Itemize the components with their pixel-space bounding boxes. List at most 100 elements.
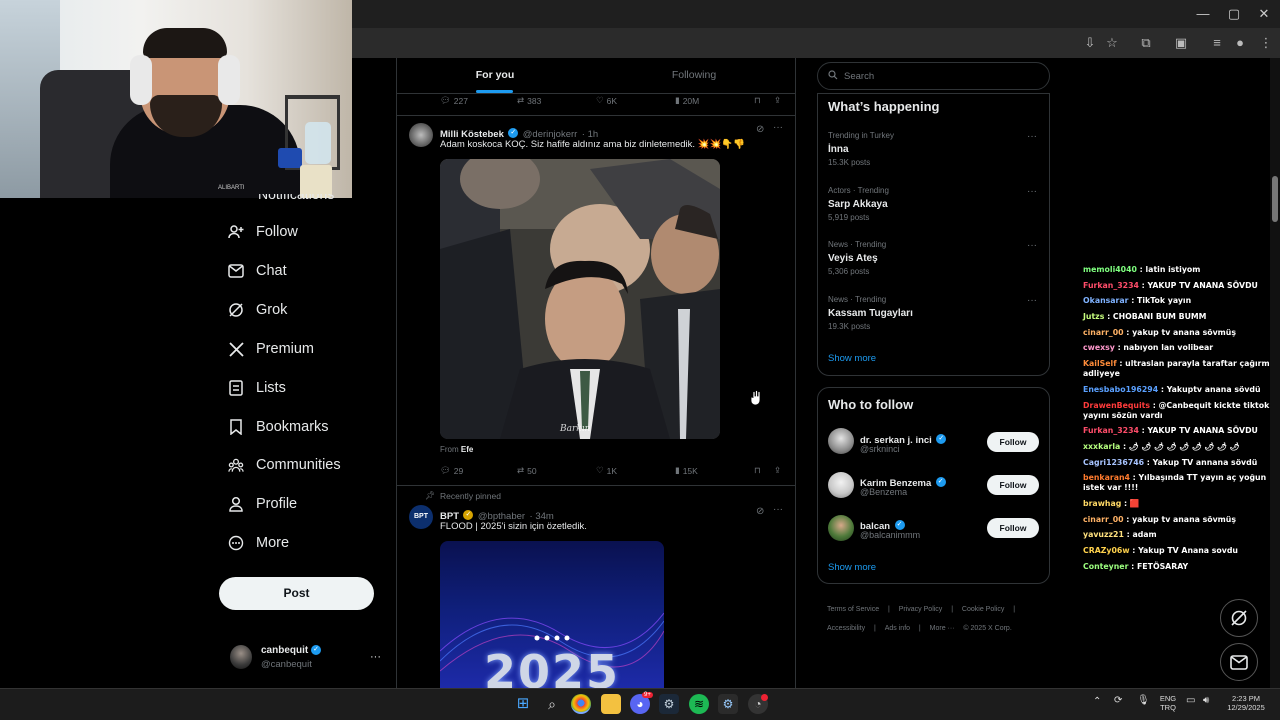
trend-name: Kassam Tugayları xyxy=(828,308,913,319)
tweet2-text: FLOOD | 2025'i sizin için özetledik. xyxy=(440,521,587,532)
file-explorer-icon[interactable] xyxy=(601,694,621,714)
prev-reply-button[interactable]: 💬︎ 227 xyxy=(440,95,468,106)
grok-icon[interactable]: ⊘ xyxy=(756,506,764,517)
nav-lists[interactable]: Lists xyxy=(228,372,286,404)
prev-bookmark-icon[interactable]: ⊓ xyxy=(754,95,761,106)
tweet1-video[interactable]: Barkın xyxy=(440,159,720,439)
trend-item[interactable]: Trending in Turkey İnna 15.3K posts ··· xyxy=(828,131,1043,171)
messages-floating-button[interactable] xyxy=(1220,643,1258,681)
browser-menu-icon[interactable]: ⋮ xyxy=(1256,33,1276,53)
footer-link-privacy[interactable]: Privacy Policy xyxy=(899,606,943,613)
network-icon[interactable]: ▭ xyxy=(1186,696,1195,706)
shirt-text: ALIBARTI xyxy=(218,185,245,191)
taskbar-search-icon[interactable]: ⌕ xyxy=(542,694,562,714)
tray-sync-icon[interactable]: ⟳ xyxy=(1114,696,1122,706)
trend-item[interactable]: Actors · Trending Sarp Akkaya 5,919 post… xyxy=(828,186,1043,226)
media-controls-icon[interactable]: ≡ xyxy=(1207,33,1227,53)
footer-link-accessibility[interactable]: Accessibility xyxy=(827,625,865,632)
split-view-icon[interactable]: ▣ xyxy=(1171,33,1191,53)
prev-views-button[interactable]: ▮ 20M xyxy=(675,95,699,106)
follow-button[interactable]: Follow xyxy=(987,475,1039,495)
tweet1-bookmark-icon[interactable]: ⊓ xyxy=(754,465,761,476)
from-label: From xyxy=(440,445,459,454)
chrome-icon[interactable] xyxy=(571,694,591,714)
spotify-icon[interactable]: ≋ xyxy=(689,694,709,714)
trend-more-icon[interactable]: ··· xyxy=(1027,240,1037,251)
footer-link-more[interactable]: More ··· xyxy=(930,625,955,632)
nav-communities[interactable]: Communities xyxy=(228,449,341,481)
volume-icon[interactable]: 🔊︎ xyxy=(1203,696,1209,706)
prev-like-button[interactable]: ♡ 6K xyxy=(596,95,617,106)
profile-avatar-icon[interactable]: ● xyxy=(1230,33,1250,53)
minimize-icon[interactable]: — xyxy=(1193,4,1213,24)
tweet1-repost-button[interactable]: ⇄ 50 xyxy=(517,465,537,476)
nav-bookmarks[interactable]: Bookmarks xyxy=(228,411,329,443)
wtf-handle: @balcanimmm xyxy=(860,530,921,540)
nav-follow[interactable]: Follow xyxy=(228,216,298,248)
chat-text: : Yakup TV annana sövdü xyxy=(1146,457,1258,467)
language-indicator[interactable]: ENG TRQ xyxy=(1158,694,1178,712)
mouse-cursor-icon xyxy=(750,390,762,411)
trend-posts: 5,919 posts xyxy=(828,213,870,222)
nav-notifications-partial[interactable]: Notifications xyxy=(258,194,334,200)
tweet1-share-icon[interactable]: ⇪ xyxy=(774,465,781,476)
post-button[interactable]: Post xyxy=(219,577,374,610)
account-avatar xyxy=(230,645,252,669)
tweet1-like-button[interactable]: ♡ 1K xyxy=(596,465,617,476)
wtf-avatar[interactable] xyxy=(828,472,854,498)
install-app-icon[interactable]: ⇩ xyxy=(1080,33,1100,53)
profile-icon xyxy=(228,496,244,512)
microphone-icon[interactable]: 🎙︎ xyxy=(1137,696,1150,706)
extensions-icon[interactable]: ⧉ xyxy=(1136,33,1156,53)
prev-share-icon[interactable]: ⇪ xyxy=(774,95,781,106)
page-scrollbar[interactable] xyxy=(1270,58,1280,688)
trends-show-more-link[interactable]: Show more xyxy=(828,353,876,364)
nav-more[interactable]: More xyxy=(228,527,289,559)
footer-link-ads-info[interactable]: Ads info xyxy=(885,625,910,632)
nav-profile[interactable]: Profile xyxy=(228,488,297,520)
grok-floating-button[interactable] xyxy=(1220,599,1258,637)
prev-repost-button[interactable]: ⇄ 383 xyxy=(517,95,541,106)
tweet1-views-button[interactable]: ▮ 15K xyxy=(675,465,698,476)
nav-premium-label: Premium xyxy=(256,341,315,357)
page-scrollbar-thumb[interactable] xyxy=(1272,176,1278,222)
trend-item[interactable]: News · Trending Kassam Tugayları 19.3K p… xyxy=(828,295,1043,335)
tweet1-more-icon[interactable]: ··· xyxy=(773,122,783,133)
trend-more-icon[interactable]: ··· xyxy=(1027,131,1037,142)
tweet2-avatar[interactable]: BPT xyxy=(409,505,433,529)
follow-button[interactable]: Follow xyxy=(987,518,1039,538)
footer-link-cookie[interactable]: Cookie Policy xyxy=(962,606,1004,613)
tab-for-you[interactable]: For you xyxy=(440,58,550,92)
tweet1-reply-button[interactable]: 💬︎ 29 xyxy=(440,465,463,476)
account-switcher[interactable]: canbequit ✓ @canbequit ··· xyxy=(228,644,388,674)
nav-premium[interactable]: Premium xyxy=(228,333,314,365)
trend-more-icon[interactable]: ··· xyxy=(1027,295,1037,306)
from-name[interactable]: Efe xyxy=(461,445,473,454)
nav-chat[interactable]: Chat xyxy=(228,255,287,287)
close-icon[interactable]: ✕ xyxy=(1254,4,1274,24)
add-person-icon xyxy=(228,224,244,240)
bookmark-star-icon[interactable]: ☆ xyxy=(1102,33,1122,53)
windows-start-icon[interactable]: ⊞ xyxy=(513,694,533,714)
tray-overflow-icon[interactable]: ⌃ xyxy=(1093,697,1101,707)
maximize-icon[interactable]: ▢ xyxy=(1224,4,1244,24)
nav-grok[interactable]: Grok xyxy=(228,294,287,326)
follow-button[interactable]: Follow xyxy=(987,432,1039,452)
wtf-avatar[interactable] xyxy=(828,428,854,454)
account-more-icon[interactable]: ··· xyxy=(370,651,381,663)
tweet2-media[interactable]: 2025 xyxy=(440,541,664,688)
views-icon: ▮ xyxy=(675,95,680,105)
grok-icon[interactable]: ⊘ xyxy=(756,124,764,135)
wtf-show-more-link[interactable]: Show more xyxy=(828,562,876,573)
tweet1-avatar[interactable] xyxy=(409,123,433,147)
footer-link-terms[interactable]: Terms of Service xyxy=(827,606,879,613)
wtf-avatar[interactable] xyxy=(828,515,854,541)
settings-icon[interactable]: ⚙ xyxy=(718,694,738,714)
tab-following[interactable]: Following xyxy=(640,58,748,92)
steam-icon[interactable]: ⚙ xyxy=(659,694,679,714)
tweet2-more-icon[interactable]: ··· xyxy=(773,504,783,515)
trend-item[interactable]: News · Trending Veyis Ateş 5,306 posts ·… xyxy=(828,240,1043,280)
trend-more-icon[interactable]: ··· xyxy=(1027,186,1037,197)
clock[interactable]: 2:23 PM 12/29/2025 xyxy=(1222,694,1270,712)
search-input[interactable]: Search xyxy=(817,62,1050,90)
